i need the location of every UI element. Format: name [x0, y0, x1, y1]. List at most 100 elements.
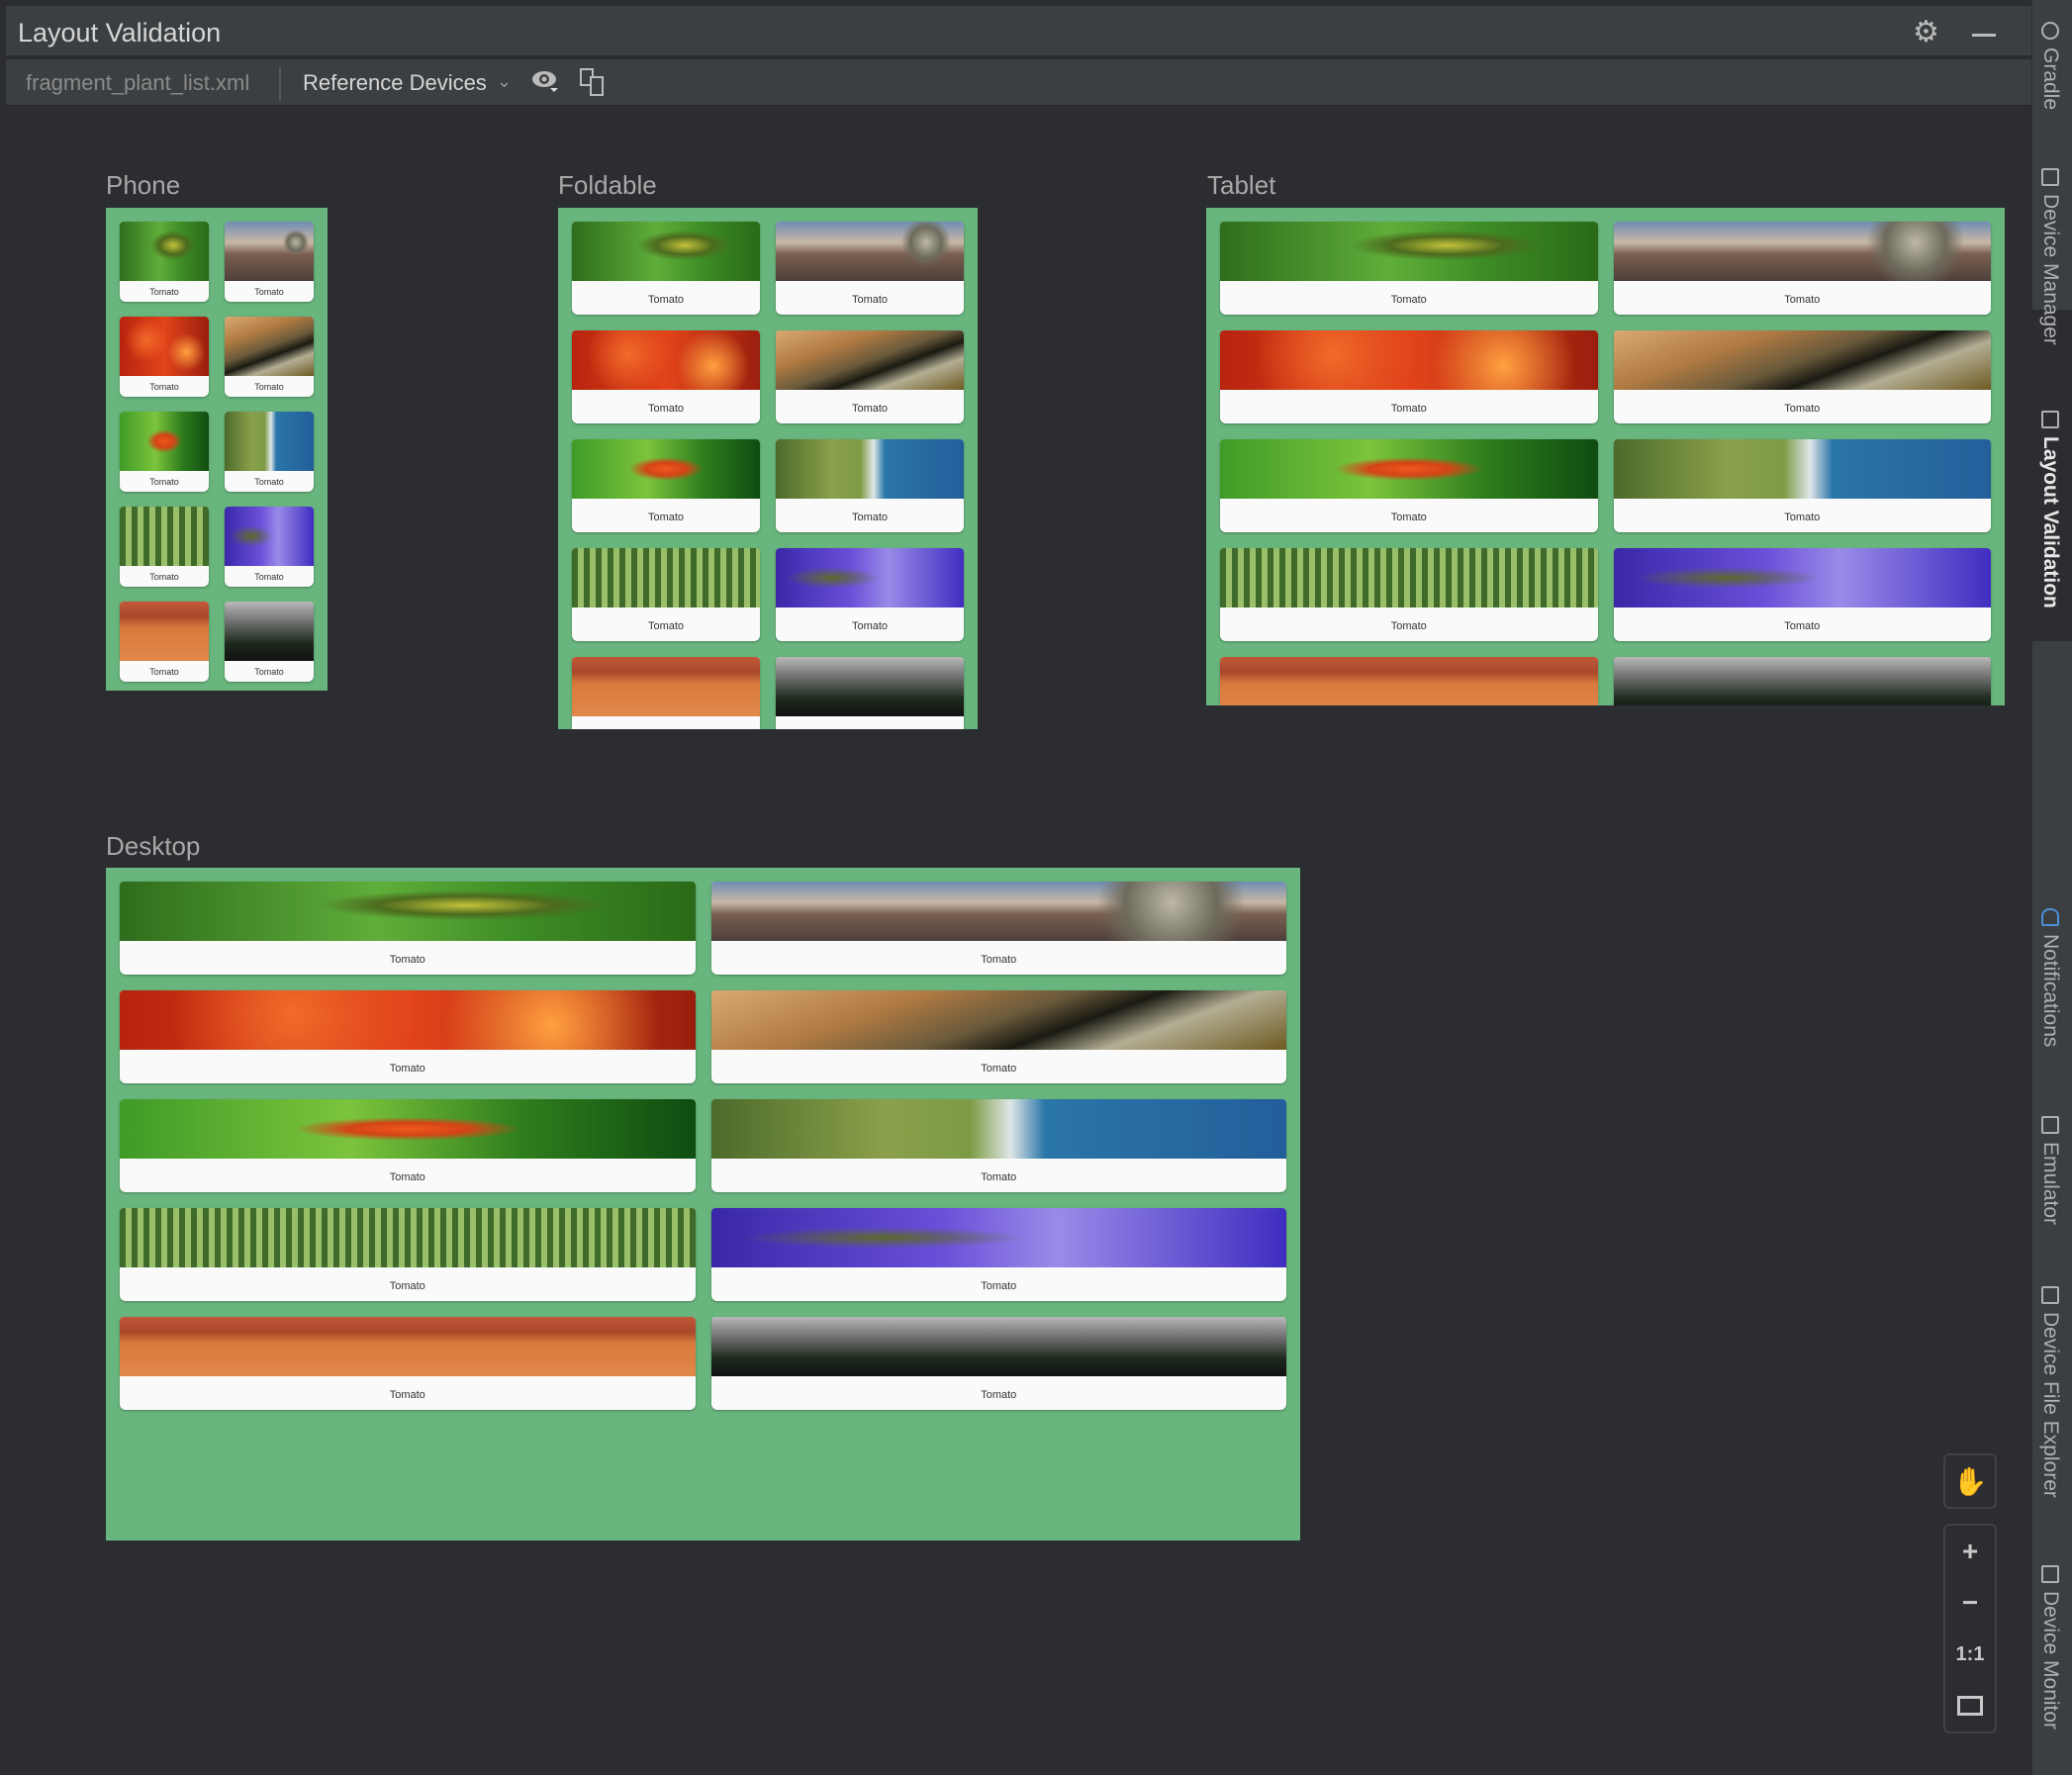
plant-card[interactable]: Tomato [1613, 548, 1991, 641]
desktop-preview[interactable]: Tomato Tomato Tomato Tomato Tomato Tomato Toma… [106, 868, 1300, 1541]
strip-item-emulator[interactable]: Emulator [2038, 1116, 2062, 1225]
plant-name: Tomato [981, 1063, 1017, 1074]
plant-card[interactable]: Tomato [1613, 330, 1991, 423]
strip-item-device-manager[interactable]: Device Manager [2038, 168, 2062, 345]
strip-item-layout-validation[interactable]: Layout Validation [2038, 411, 2062, 608]
plant-card[interactable]: Tomato [120, 990, 696, 1083]
tool-window-title: Layout Validation [18, 18, 222, 47]
plant-card[interactable]: Tomato [225, 507, 314, 587]
device-icon [2041, 1565, 2059, 1583]
plant-card[interactable]: Tomato [776, 439, 964, 532]
plant-image [225, 602, 314, 661]
plant-card[interactable]: Tomato [120, 602, 209, 682]
plant-name: Tomato [149, 476, 179, 487]
plant-name: Tomato [254, 286, 284, 297]
hand-icon[interactable]: ✋ [1945, 1455, 1995, 1507]
plant-card[interactable]: Tomato [120, 222, 209, 302]
plant-card[interactable]: Tomato [572, 548, 760, 641]
zoom-in-icon[interactable]: + [1945, 1526, 1995, 1577]
plant-image [710, 1208, 1286, 1267]
plant-image [225, 317, 314, 376]
phone-preview[interactable]: Tomato Tomato Tomato Tomato Tomato Tomato Toma… [106, 208, 328, 691]
plant-name: Tomato [851, 294, 889, 306]
plant-image [1220, 657, 1598, 705]
plant-card[interactable]: Tomato [1613, 439, 1991, 532]
plant-card[interactable]: Tomato [225, 602, 314, 682]
plant-card[interactable]: Tomato [120, 412, 209, 492]
plant-image [572, 330, 760, 390]
plant-card[interactable]: Tomato [120, 1099, 696, 1192]
plant-card[interactable]: Tomato [1613, 222, 1991, 315]
plant-image [710, 882, 1286, 941]
plant-card[interactable]: Tomato [120, 1208, 696, 1301]
plant-card[interactable]: Tomato [1220, 222, 1598, 315]
plant-card[interactable]: Tomato [776, 222, 964, 315]
strip-item-device-file-explorer[interactable]: Device File Explorer [2038, 1286, 2062, 1498]
plant-card[interactable]: Tomato [710, 990, 1286, 1083]
multi-device-icon[interactable] [578, 67, 608, 97]
plant-name: Tomato [1390, 294, 1427, 306]
zoom-to-fit-icon[interactable] [1945, 1680, 1995, 1731]
plant-image [1220, 222, 1598, 281]
plant-card[interactable]: Tomato [1220, 657, 1598, 705]
plant-card[interactable]: Tomato [1220, 439, 1598, 532]
plant-card[interactable]: Tomato [1220, 548, 1598, 641]
plant-image [776, 657, 964, 716]
plant-name: Tomato [389, 954, 425, 966]
plant-card[interactable]: Tomato [120, 882, 696, 975]
plant-card[interactable]: Tomato [710, 1208, 1286, 1301]
plant-image [1613, 439, 1991, 499]
plant-card[interactable]: Tomato [776, 330, 964, 423]
plant-card[interactable]: Tomato [120, 507, 209, 587]
strip-item-gradle[interactable]: Gradle [2038, 22, 2062, 110]
plant-image [776, 222, 964, 281]
plant-name: Tomato [1390, 512, 1427, 523]
plant-card[interactable]: Tomato [120, 317, 209, 397]
plant-name: Tomato [851, 512, 889, 523]
strip-item-device-monitor[interactable]: Device Monitor [2038, 1565, 2062, 1729]
gear-icon[interactable]: ⚙ [1913, 18, 1942, 47]
plant-card[interactable]: Tomato [776, 548, 964, 641]
zoom-out-icon[interactable]: − [1945, 1577, 1995, 1629]
plant-name: Tomato [1784, 620, 1821, 632]
plant-name: Tomato [647, 294, 685, 306]
plant-card[interactable]: Tomato [120, 1317, 696, 1410]
plant-card[interactable]: Tomato [776, 657, 964, 729]
plant-card[interactable]: Tomato [572, 657, 760, 729]
plant-name: Tomato [149, 286, 179, 297]
plant-image [225, 507, 314, 566]
plant-name: Tomato [981, 954, 1017, 966]
plant-card[interactable]: Tomato [710, 1099, 1286, 1192]
plant-image [120, 1208, 696, 1267]
plant-card[interactable]: Tomato [1613, 657, 1991, 705]
plant-card[interactable]: Tomato [225, 222, 314, 302]
plant-card[interactable]: Tomato [1220, 330, 1598, 423]
toolbar: fragment_plant_list.xml Reference Device… [6, 59, 2031, 107]
foldable-preview[interactable]: Tomato Tomato Tomato Tomato Tomato Tomato Toma… [558, 208, 978, 729]
plant-card[interactable]: Tomato [710, 882, 1286, 975]
minimize-icon[interactable] [1972, 34, 1996, 37]
plant-name: Tomato [1784, 512, 1821, 523]
plant-card[interactable]: Tomato [225, 317, 314, 397]
tablet-preview[interactable]: Tomato Tomato Tomato Tomato Tomato Tomato Toma… [1206, 208, 2005, 705]
plant-card[interactable]: Tomato [572, 330, 760, 423]
plant-card[interactable]: Tomato [710, 1317, 1286, 1410]
strip-item-notifications[interactable]: Notifications [2038, 908, 2062, 1047]
plant-card[interactable]: Tomato [225, 412, 314, 492]
plant-card[interactable]: Tomato [572, 439, 760, 532]
plant-image [710, 1317, 1286, 1376]
device-icon [2041, 1286, 2059, 1304]
plant-name: Tomato [149, 571, 179, 582]
chevron-down-icon[interactable]: ⌄ [497, 71, 512, 92]
plant-name: Tomato [1390, 620, 1427, 632]
plant-name: Tomato [1390, 403, 1427, 415]
device-set-dropdown[interactable]: Reference Devices [303, 70, 487, 96]
device-label-tablet: Tablet [1207, 170, 1276, 200]
plant-image [710, 1099, 1286, 1159]
plant-image [120, 412, 209, 471]
plant-name: Tomato [254, 666, 284, 677]
eye-icon[interactable] [530, 69, 560, 93]
plant-card[interactable]: Tomato [572, 222, 760, 315]
device-label-desktop: Desktop [106, 831, 201, 861]
zoom-actual-size-button[interactable]: 1:1 [1945, 1629, 1995, 1680]
